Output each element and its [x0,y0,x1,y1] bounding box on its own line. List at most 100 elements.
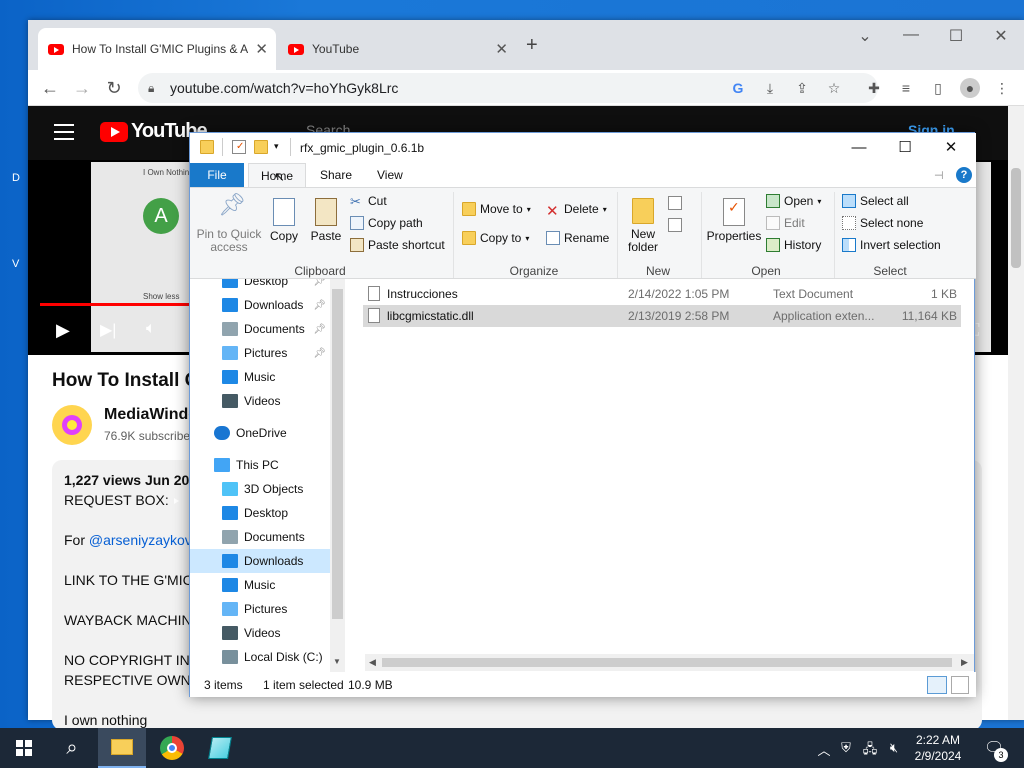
new-item-icon[interactable] [668,196,682,210]
nav-item[interactable]: Music [190,573,330,597]
share-icon[interactable]: ⇪ [792,78,812,98]
clock[interactable]: 2:22 AM 2/9/2024 [898,732,978,764]
new-folder-icon[interactable] [254,140,268,154]
easy-access-icon[interactable] [668,218,682,232]
scroll-right-icon[interactable]: ▶ [961,657,968,668]
nav-item[interactable]: This PC [190,453,330,477]
properties-button[interactable]: ✓ Properties [706,198,762,243]
maximize-icon[interactable]: ☐ [882,137,928,159]
install-icon[interactable]: ⤓ [760,78,780,98]
forward-icon[interactable]: → [70,76,94,100]
scroll-thumb[interactable] [1011,168,1021,268]
page-scrollbar[interactable] [1008,106,1024,720]
channel-avatar[interactable] [52,405,92,445]
google-icon[interactable]: G [728,78,748,98]
nav-item[interactable]: Desktop [190,501,330,525]
nav-item[interactable]: Pictures 📌︎ [190,341,330,365]
play-icon[interactable]: ▶ [56,320,70,341]
edit-button[interactable]: Edit [766,216,805,230]
maximize-icon[interactable]: ☐ [941,26,971,46]
tab-share[interactable]: Share [308,163,364,187]
nav-item[interactable]: Videos [190,621,330,645]
media-icon[interactable]: ≡ [896,78,916,98]
cut-button[interactable]: ✂ Cut [350,194,387,209]
nav-item[interactable]: Desktop 📌︎ [190,279,330,293]
rename-button[interactable]: Rename [546,231,609,245]
invert-selection-button[interactable]: Invert selection [842,238,941,252]
address-bar[interactable]: 🔒︎ youtube.com/watch?v=hoYhGyk8Lrc G ⤓ ⇪… [138,73,878,103]
paste-button[interactable]: Paste [306,198,346,243]
customize-toolbar-icon[interactable]: ▾ [274,141,279,152]
close-tab-icon[interactable]: ✕ [255,40,268,58]
new-folder-button[interactable]: New folder [622,198,664,254]
mention-link[interactable]: @arseniyzaykov [89,532,192,548]
nav-item[interactable]: Documents [190,525,330,549]
copy-button[interactable]: Copy [264,198,304,243]
nav-item[interactable]: Music [190,365,330,389]
help-icon[interactable]: ? [956,167,972,183]
ribbon-pin-icon[interactable]: ⊣ [934,169,944,182]
channel-name[interactable]: MediaWindo [104,406,198,424]
next-icon[interactable]: ▶| [100,320,116,340]
select-none-button[interactable]: Select none [842,216,923,230]
side-panel-icon[interactable]: ▯ [928,78,948,98]
nav-item[interactable]: Downloads 📌︎ [190,293,330,317]
show-hidden-icons-icon[interactable]: ︿ [816,740,832,759]
close-window-icon[interactable]: ✕ [986,26,1016,46]
scroll-thumb[interactable] [332,289,343,619]
tab-youtube[interactable]: YouTube ✕ [278,28,516,70]
bookmark-star-icon[interactable]: ☆ [824,78,844,98]
paste-shortcut-button[interactable]: Paste shortcut [350,238,445,252]
select-all-button[interactable]: Select all [842,194,909,208]
scroll-thumb[interactable] [382,658,952,667]
volume-icon[interactable]: 🔈︎ [146,320,156,338]
network-icon[interactable]: 🖧︎ [862,740,878,762]
nav-item[interactable]: Downloads [190,549,330,573]
file-row[interactable]: Instrucciones 2/14/2022 1:05 PM Text Docum… [363,283,961,305]
nav-item[interactable]: Pictures [190,597,330,621]
close-tab-icon[interactable]: ✕ [495,40,508,58]
chrome-taskbar-button[interactable] [148,728,196,768]
horizontal-scrollbar[interactable]: ◀ ▶ [365,654,974,671]
nav-item[interactable]: Local Disk (C:) [190,645,330,669]
progress-bar[interactable] [40,303,190,306]
nav-item[interactable]: Videos [190,389,330,413]
delete-button[interactable]: ✕ Delete ▾ [546,202,607,220]
properties-icon[interactable]: ✓ [232,140,246,154]
youtube-logo-icon[interactable] [100,122,128,142]
navigation-scrollbar[interactable]: ▼ [330,279,345,672]
tab-search-icon[interactable]: ⌄ [850,26,880,46]
reload-icon[interactable]: ↻ [102,76,126,100]
copy-to-button[interactable]: Copy to ▾ [462,231,529,245]
file-explorer-taskbar-button[interactable] [98,728,146,768]
large-icons-view-icon[interactable] [951,676,969,694]
search-icon[interactable]: ⌕ [48,728,96,768]
nav-item[interactable]: Documents 📌︎ [190,317,330,341]
nav-item[interactable]: 3D Objects [190,477,330,501]
close-window-icon[interactable]: ✕ [928,137,974,159]
new-tab-button[interactable]: + [526,34,538,57]
back-icon[interactable]: ← [38,76,62,100]
scroll-down-icon[interactable]: ▼ [333,657,341,666]
nav-item[interactable]: OneDrive [190,421,330,445]
tab-file[interactable]: File [190,163,244,187]
tab-video[interactable]: How To Install G'MIC Plugins & A ✕ [38,28,276,70]
profile-icon[interactable]: ● [960,78,980,98]
details-view-icon[interactable] [927,676,947,694]
history-button[interactable]: History [766,238,821,252]
move-to-button[interactable]: Move to ▾ [462,202,531,216]
open-button[interactable]: Open ▾ [766,194,821,208]
extensions-icon[interactable]: ✚ [864,78,884,98]
file-row[interactable]: libcgmicstatic.dll 2/13/2019 2:58 PM Appli… [363,305,961,327]
scroll-left-icon[interactable]: ◀ [369,657,376,668]
security-icon[interactable]: ⛨ [838,740,854,756]
tab-view[interactable]: View [365,163,415,187]
start-button[interactable] [0,728,48,768]
minimize-icon[interactable]: — [896,26,926,44]
pin-to-quick-access-button[interactable]: 📌︎ Pin to Quick access [196,194,262,254]
app-taskbar-button[interactable] [196,728,244,768]
minimize-icon[interactable]: — [836,137,882,159]
menu-icon[interactable]: ⋮ [992,78,1012,98]
hamburger-icon[interactable] [54,124,74,140]
explorer-title-bar[interactable]: ✓ ▾ rfx_gmic_plugin_0.6.1b — ☐ ✕ [190,133,976,163]
